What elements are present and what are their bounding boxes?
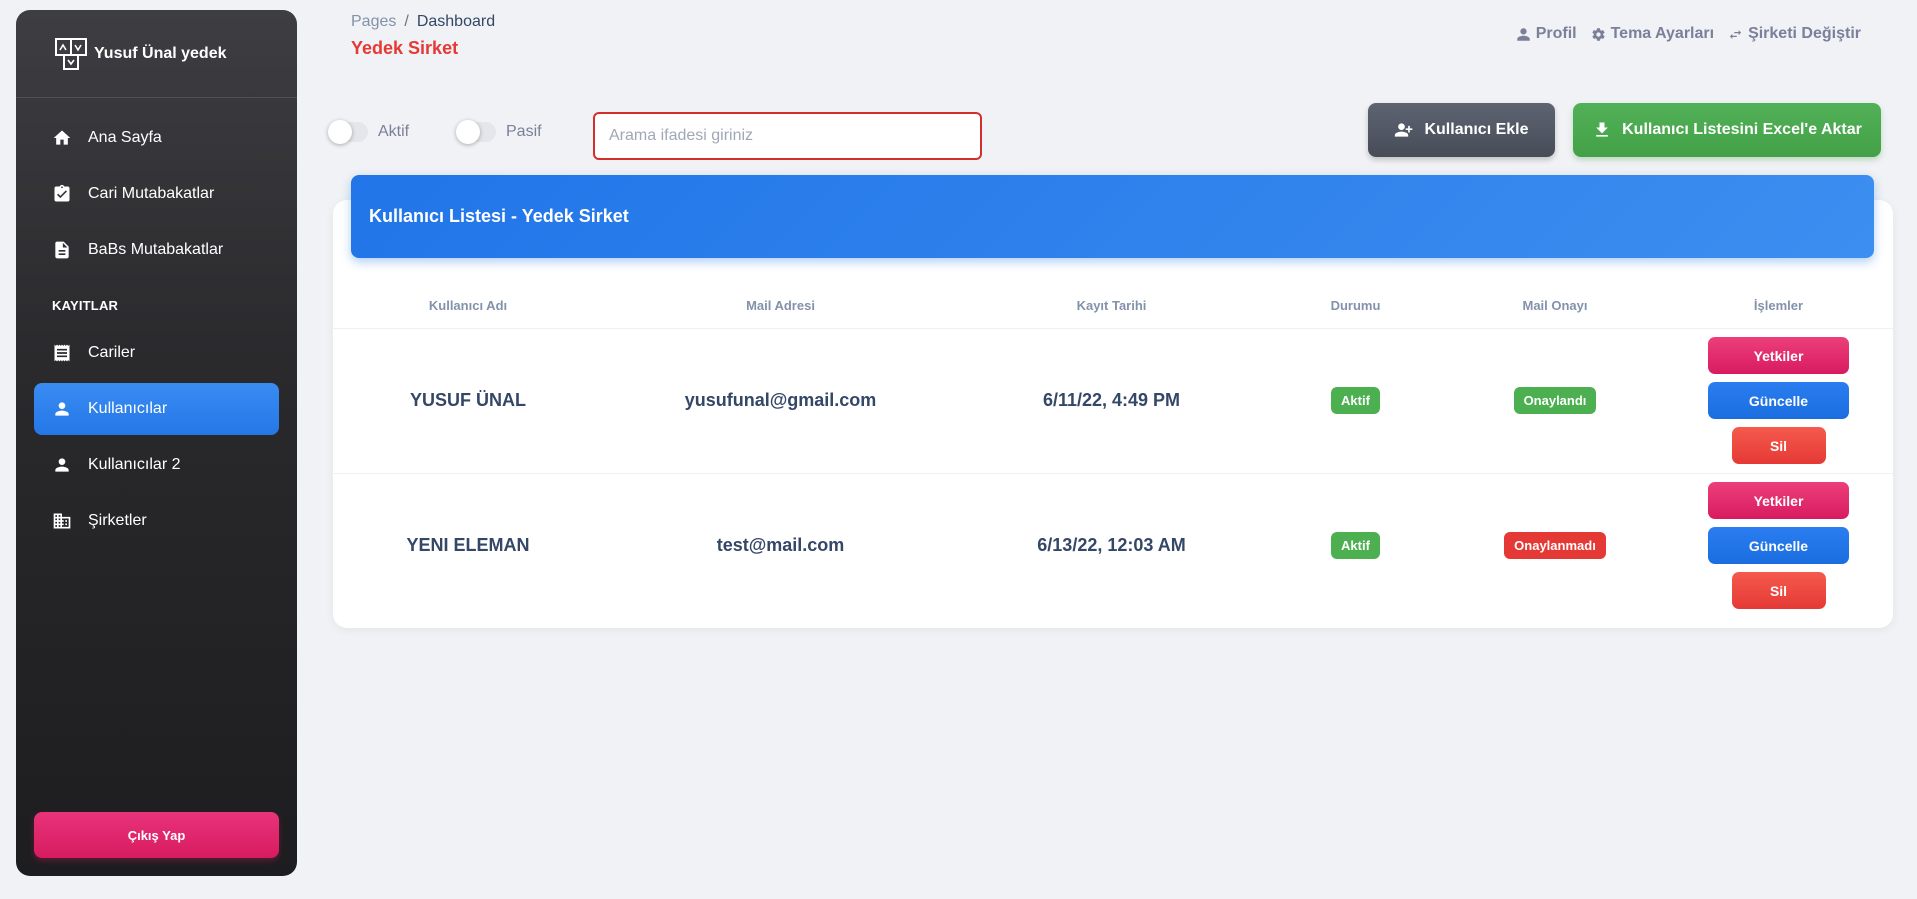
column-header[interactable]: Mail Onayı bbox=[1446, 284, 1664, 329]
user-email: yusufunal@gmail.com bbox=[603, 328, 958, 474]
sidebar-item-kullanicilar-2[interactable]: Kullanıcılar 2 bbox=[34, 439, 279, 491]
card-title: Kullanıcı Listesi - Yedek Sirket bbox=[369, 206, 629, 226]
top-links: Profil Tema Ayarları Şirketi Değiştir bbox=[1516, 25, 1861, 43]
brand[interactable]: Yusuf Ünal yedek bbox=[16, 10, 297, 98]
receipt-icon bbox=[54, 344, 70, 362]
breadcrumb-root[interactable]: Pages bbox=[351, 13, 396, 30]
building-icon bbox=[53, 513, 71, 529]
sidebar-item-label: Şirketler bbox=[88, 512, 147, 529]
sidebar-item-label: Cari Mutabakatlar bbox=[88, 185, 215, 202]
user-icon bbox=[1516, 27, 1530, 41]
sidebar-item-label: Cariler bbox=[88, 344, 136, 361]
column-header[interactable]: Mail Adresi bbox=[603, 284, 958, 329]
sidebar-item-label: Ana Sayfa bbox=[88, 129, 162, 146]
column-header[interactable]: Kayıt Tarihi bbox=[958, 284, 1265, 329]
change-company-link[interactable]: Şirketi Değiştir bbox=[1728, 25, 1861, 43]
download-icon bbox=[1596, 122, 1608, 137]
sidebar-item-sirketler[interactable]: Şirketler bbox=[34, 495, 279, 547]
profile-link[interactable]: Profil bbox=[1516, 25, 1577, 43]
theme-settings-link-label: Tema Ayarları bbox=[1610, 25, 1715, 42]
sidebar-item-kullanicilar[interactable]: Kullanıcılar bbox=[34, 383, 279, 435]
brand-name: Yusuf Ünal yedek bbox=[94, 44, 227, 62]
sidebar: Yusuf Ünal yedek Ana Sayfa Cari Mutabaka… bbox=[16, 10, 297, 876]
document-icon bbox=[55, 241, 69, 259]
status-cell: Aktif bbox=[1265, 473, 1446, 618]
delete-button[interactable]: Sil bbox=[1731, 572, 1826, 610]
active-filter-toggle[interactable]: Aktif bbox=[328, 120, 410, 144]
gear-icon bbox=[1592, 27, 1605, 41]
table-header-row: Kullanıcı Adı Mail Adresi Kayıt Tarihi D… bbox=[333, 284, 1893, 329]
sidebar-section-title: KAYITLAR bbox=[52, 298, 119, 313]
user-plus-icon bbox=[1395, 123, 1413, 137]
export-excel-button-label: Kullanıcı Listesini Excel'e Aktar bbox=[1622, 121, 1862, 138]
mail-status-badge: Onaylandı bbox=[1513, 387, 1597, 414]
sidebar-item-label: BaBs Mutabakatlar bbox=[88, 241, 224, 258]
switch-knob bbox=[328, 120, 352, 144]
actions-cell: Yetkiler Güncelle Sil bbox=[1664, 473, 1893, 618]
passive-switch[interactable] bbox=[456, 120, 496, 144]
passive-filter-toggle[interactable]: Pasif bbox=[456, 120, 542, 144]
logout-button[interactable]: Çıkış Yap bbox=[34, 812, 279, 858]
column-header: İşlemler bbox=[1664, 284, 1893, 329]
mail-status-badge: Onaylanmadı bbox=[1504, 532, 1606, 560]
user-icon bbox=[55, 458, 69, 472]
sidebar-item-cari-mutabakatlar[interactable]: Cari Mutabakatlar bbox=[34, 168, 279, 220]
active-filter-label: Aktif bbox=[378, 123, 410, 140]
search-input[interactable] bbox=[593, 112, 982, 160]
user-register-date: 6/11/22, 4:49 PM bbox=[958, 328, 1265, 474]
user-register-date: 6/13/22, 12:03 AM bbox=[1037, 535, 1186, 556]
profile-link-label: Profil bbox=[1535, 25, 1577, 42]
add-user-button[interactable]: Kullanıcı Ekle bbox=[1368, 103, 1555, 157]
row-actions: Yetkiler Güncelle Sil bbox=[1664, 337, 1893, 464]
breadcrumb-current: Dashboard bbox=[416, 13, 496, 30]
column-header[interactable]: Durumu bbox=[1265, 284, 1446, 329]
card-header: Kullanıcı Listesi - Yedek Sirket bbox=[351, 175, 1874, 258]
table-row: YENI ELEMAN test@mail.com 6/13/22, 12:03… bbox=[333, 473, 1893, 618]
active-switch[interactable] bbox=[328, 120, 368, 144]
status-badge: Aktif bbox=[1331, 532, 1380, 560]
actions-cell: Yetkiler Güncelle Sil bbox=[1664, 328, 1893, 474]
update-button[interactable]: Güncelle bbox=[1708, 527, 1849, 565]
permissions-button[interactable]: Yetkiler bbox=[1708, 482, 1849, 520]
permissions-button[interactable]: Yetkiler bbox=[1708, 337, 1849, 374]
sidebar-item-label: Kullanıcılar bbox=[88, 400, 168, 417]
mail-status-cell: Onaylanmadı bbox=[1446, 473, 1664, 618]
add-user-button-label: Kullanıcı Ekle bbox=[1424, 121, 1529, 138]
update-button[interactable]: Güncelle bbox=[1708, 382, 1849, 419]
export-excel-button[interactable]: Kullanıcı Listesini Excel'e Aktar bbox=[1573, 103, 1881, 157]
page-title: Yedek Sirket bbox=[351, 38, 459, 58]
sidebar-item-babs-mutabakatlar[interactable]: BaBs Mutabakatlar bbox=[34, 224, 279, 276]
status-cell: Aktif bbox=[1265, 328, 1446, 474]
column-header[interactable]: Kullanıcı Adı bbox=[333, 284, 603, 329]
table-row: YUSUF ÜNAL yusufunal@gmail.com 6/11/22, … bbox=[333, 328, 1893, 474]
user-email: test@mail.com bbox=[716, 535, 845, 556]
logo-icon bbox=[55, 37, 87, 70]
swap-icon bbox=[1729, 29, 1742, 39]
theme-settings-link[interactable]: Tema Ayarları bbox=[1591, 25, 1714, 43]
status-badge: Aktif bbox=[1331, 387, 1380, 414]
row-actions: Yetkiler Güncelle Sil bbox=[1664, 482, 1893, 610]
sidebar-nav: Ana Sayfa Cari Mutabakatlar BaBs Mutabak… bbox=[16, 98, 297, 547]
home-icon bbox=[53, 130, 71, 145]
mail-status-cell: Onaylandı bbox=[1446, 328, 1664, 474]
breadcrumb: Pages / Dashboard bbox=[351, 13, 495, 31]
passive-filter-label: Pasif bbox=[506, 123, 542, 140]
sidebar-item-cariler[interactable]: Cariler bbox=[34, 327, 279, 379]
user-name: YUSUF ÜNAL bbox=[333, 328, 603, 474]
clipboard-check-icon bbox=[54, 184, 70, 202]
sidebar-item-ana-sayfa[interactable]: Ana Sayfa bbox=[34, 112, 279, 164]
switch-knob bbox=[456, 120, 480, 144]
change-company-link-label: Şirketi Değiştir bbox=[1748, 25, 1861, 42]
user-icon bbox=[55, 402, 69, 416]
user-table: Kullanıcı Adı Mail Adresi Kayıt Tarihi D… bbox=[333, 284, 1893, 618]
user-name: YENI ELEMAN bbox=[406, 535, 530, 556]
sidebar-item-label: Kullanıcılar 2 bbox=[88, 456, 181, 473]
breadcrumb-separator: / bbox=[404, 13, 409, 30]
delete-button[interactable]: Sil bbox=[1731, 427, 1826, 464]
